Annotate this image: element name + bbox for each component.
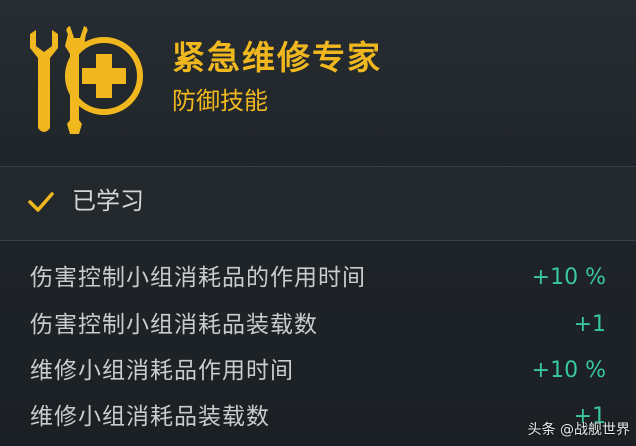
stat-value: +10 %	[531, 265, 606, 290]
skill-header: 紧急维修专家 防御技能	[0, 0, 636, 166]
stat-row: 伤害控制小组消耗品装载数 +1	[0, 304, 636, 348]
learned-status: 已学习	[0, 167, 636, 240]
stat-name: 维修小组消耗品作用时间	[30, 358, 294, 384]
wrench-medkit-icon	[30, 26, 143, 134]
skill-category: 防御技能	[172, 87, 268, 115]
stat-row: 伤害控制小组消耗品的作用时间 +10 %	[0, 257, 636, 301]
stat-value: +10 %	[531, 358, 606, 383]
checkmark-icon	[28, 192, 54, 212]
stat-name: 伤害控制小组消耗品装载数	[30, 312, 318, 338]
divider	[0, 240, 636, 241]
stat-name: 伤害控制小组消耗品的作用时间	[30, 265, 366, 291]
skill-title: 紧急维修专家	[172, 38, 382, 77]
stat-row: 维修小组消耗品作用时间 +10 %	[0, 350, 636, 394]
status-label: 已学习	[72, 187, 144, 215]
stat-value: +1	[573, 312, 606, 337]
stat-name: 维修小组消耗品装载数	[30, 404, 270, 430]
watermark: 头条 @战舰世界	[527, 422, 630, 438]
skill-card: 紧急维修专家 防御技能 已学习 伤害控制小组消耗品的作用时间 +10 % 伤害控…	[0, 0, 636, 446]
